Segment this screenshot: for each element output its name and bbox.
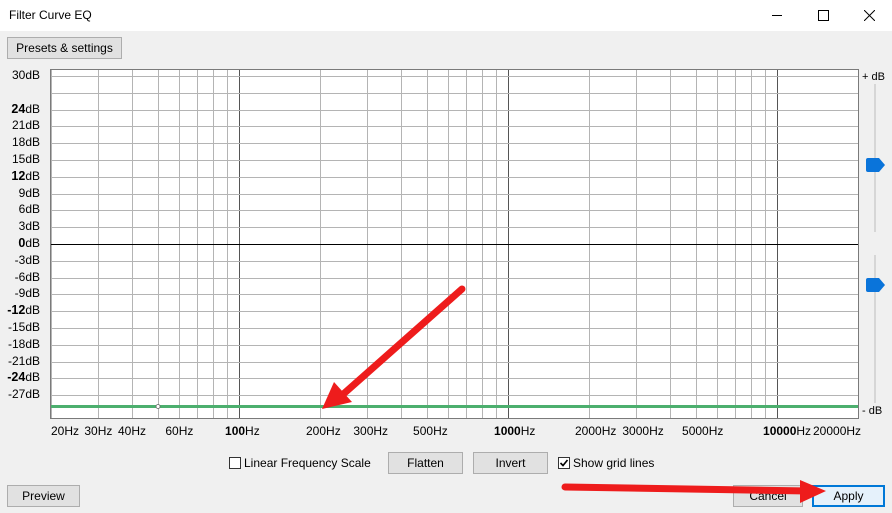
plus-db-label: + dB: [862, 71, 885, 83]
checkmark-icon: [559, 459, 569, 467]
minimize-icon: [771, 15, 782, 16]
y-axis-label: 21dB: [11, 118, 40, 133]
window-title: Filter Curve EQ: [9, 8, 92, 22]
eq-graph[interactable]: [50, 69, 859, 419]
x-axis-label: 300Hz: [353, 424, 389, 438]
presets-settings-button[interactable]: Presets & settings: [7, 37, 122, 59]
y-axis-label: 15dB: [11, 152, 40, 166]
y-axis-label: -18dB: [7, 336, 40, 351]
close-button[interactable]: [846, 0, 892, 31]
checkbox-box[interactable]: [558, 457, 570, 469]
y-axis-label: -6dB: [14, 269, 40, 284]
linear-frequency-scale-checkbox[interactable]: Linear Frequency Scale: [229, 456, 371, 470]
x-axis-label: 200Hz: [306, 424, 341, 438]
y-axis-label: 18dB: [11, 135, 40, 150]
title-bar: Filter Curve EQ: [0, 0, 892, 31]
maximize-icon: [817, 10, 829, 21]
flatten-label: Flatten: [407, 456, 444, 470]
y-axis-label: 30dB: [11, 68, 40, 82]
x-axis-label: 10000Hz: [763, 424, 812, 438]
x-axis-label: 20000Hz: [813, 424, 862, 438]
cancel-label: Cancel: [749, 489, 787, 503]
y-axis-label: -3dB: [14, 252, 40, 267]
x-axis-label: 20Hz: [51, 424, 80, 438]
gain-sliders: + dB - dB: [859, 69, 892, 419]
y-axis-label: -27dB: [7, 387, 40, 402]
close-icon: [863, 10, 875, 21]
x-axis-label: 30Hz: [84, 424, 113, 438]
y-axis-label: -24dB: [7, 370, 40, 385]
x-axis-label: 3000Hz: [622, 424, 664, 438]
preview-button[interactable]: Preview: [7, 485, 80, 507]
checkbox-box[interactable]: [229, 457, 241, 469]
invert-button[interactable]: Invert: [473, 452, 548, 474]
presets-settings-label: Presets & settings: [16, 41, 113, 55]
apply-label: Apply: [833, 489, 864, 503]
x-axis-label: 500Hz: [413, 424, 448, 438]
slider-thumb-icon[interactable]: [866, 158, 886, 172]
x-axis-label: 2000Hz: [575, 424, 617, 438]
apply-button[interactable]: Apply: [812, 485, 885, 507]
maximize-button[interactable]: [800, 0, 846, 31]
show-grid-lines-checkbox[interactable]: Show grid lines: [558, 456, 654, 470]
y-axis-label: 3dB: [18, 219, 40, 234]
minus-db-label: - dB: [862, 405, 883, 417]
y-axis-label: 24dB: [11, 101, 40, 116]
preview-label: Preview: [22, 489, 65, 503]
linear-frequency-scale-label: Linear Frequency Scale: [244, 456, 371, 470]
x-axis-label: 100Hz: [225, 424, 260, 438]
cancel-button[interactable]: Cancel: [733, 485, 803, 507]
y-axis-label: -12dB: [7, 303, 40, 318]
y-axis-label: 12dB: [11, 168, 40, 183]
slider-thumb-icon[interactable]: [866, 278, 886, 292]
y-axis-label: -15dB: [7, 320, 40, 334]
eq-grid-svg: [51, 70, 858, 418]
eq-control-point[interactable]: [155, 404, 161, 409]
flatten-button[interactable]: Flatten: [388, 452, 463, 474]
x-axis-label: 1000Hz: [494, 424, 536, 438]
x-axis-label: 5000Hz: [682, 424, 724, 438]
show-grid-lines-label: Show grid lines: [573, 456, 655, 470]
invert-label: Invert: [495, 456, 526, 470]
y-axis-label: 9dB: [18, 185, 40, 200]
x-axis-label: 60Hz: [165, 424, 194, 438]
y-axis-label: -9dB: [14, 286, 40, 301]
minimize-button[interactable]: [754, 0, 800, 31]
y-axis-label: 6dB: [18, 202, 40, 217]
x-axis-label: 40Hz: [117, 424, 146, 438]
y-axis-label: -21dB: [7, 353, 40, 368]
y-axis-label: 0dB: [18, 236, 40, 250]
